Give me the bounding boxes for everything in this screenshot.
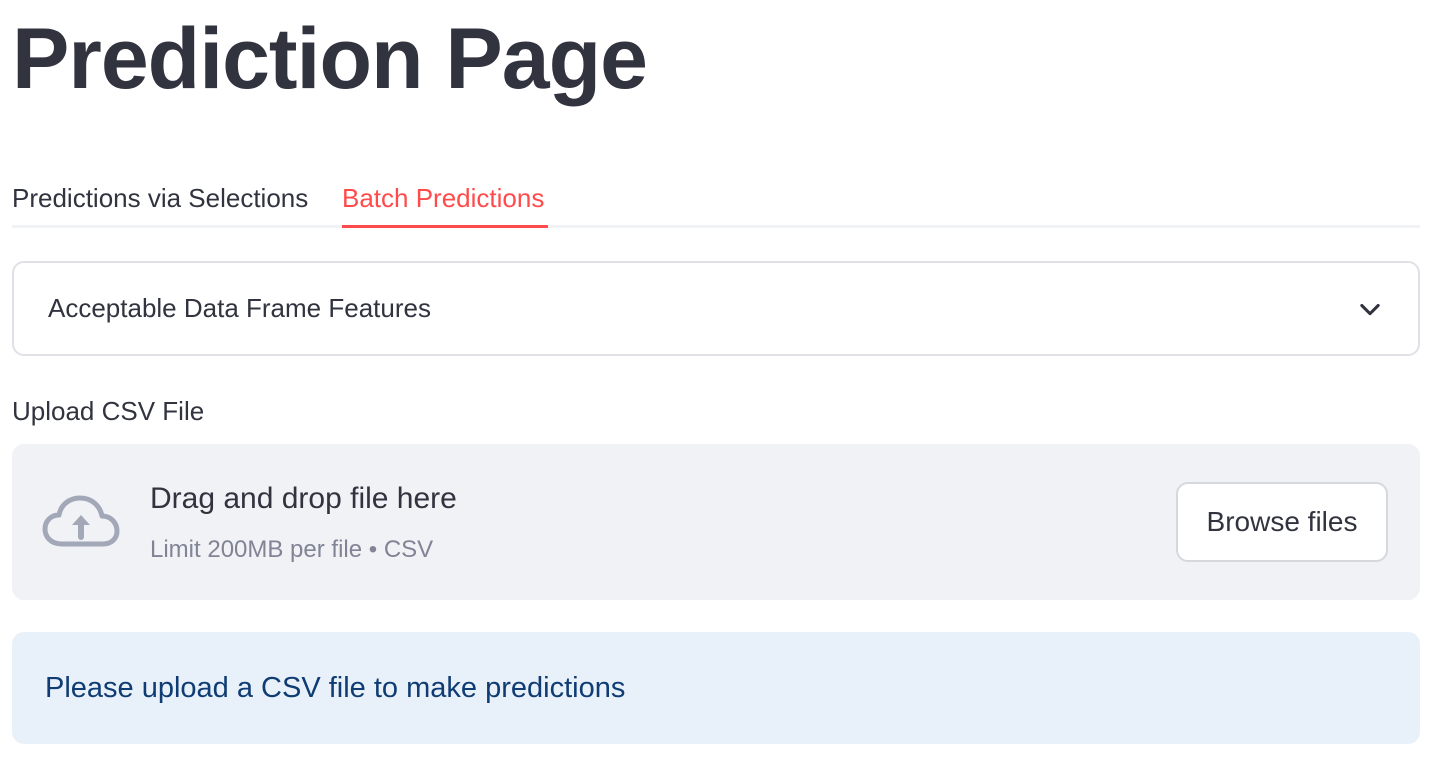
drop-instructions: Drag and drop file here	[150, 482, 457, 515]
page: Prediction Page Predictions via Selectio…	[0, 0, 1444, 770]
info-alert: Please upload a CSV file to make predict…	[12, 632, 1420, 744]
tab-bar: Predictions via Selections Batch Predict…	[12, 160, 1420, 228]
tab-predictions-via-selections[interactable]: Predictions via Selections	[12, 168, 322, 228]
tab-batch-predictions[interactable]: Batch Predictions	[342, 168, 548, 228]
file-limit-text: Limit 200MB per file • CSV	[150, 536, 434, 563]
expander-label: Acceptable Data Frame Features	[48, 293, 431, 323]
browse-files-button[interactable]: Browse files	[1176, 482, 1388, 562]
file-dropzone[interactable]: Drag and drop file here Limit 200MB per …	[12, 444, 1420, 600]
chevron-down-icon	[1360, 303, 1380, 315]
page-title: Prediction Page	[12, 11, 648, 107]
cloud-upload-icon	[42, 495, 120, 547]
active-tab-indicator	[342, 225, 548, 228]
upload-label: Upload CSV File	[12, 396, 205, 426]
features-expander[interactable]: Acceptable Data Frame Features	[12, 261, 1420, 356]
info-message: Please upload a CSV file to make predict…	[45, 671, 626, 704]
